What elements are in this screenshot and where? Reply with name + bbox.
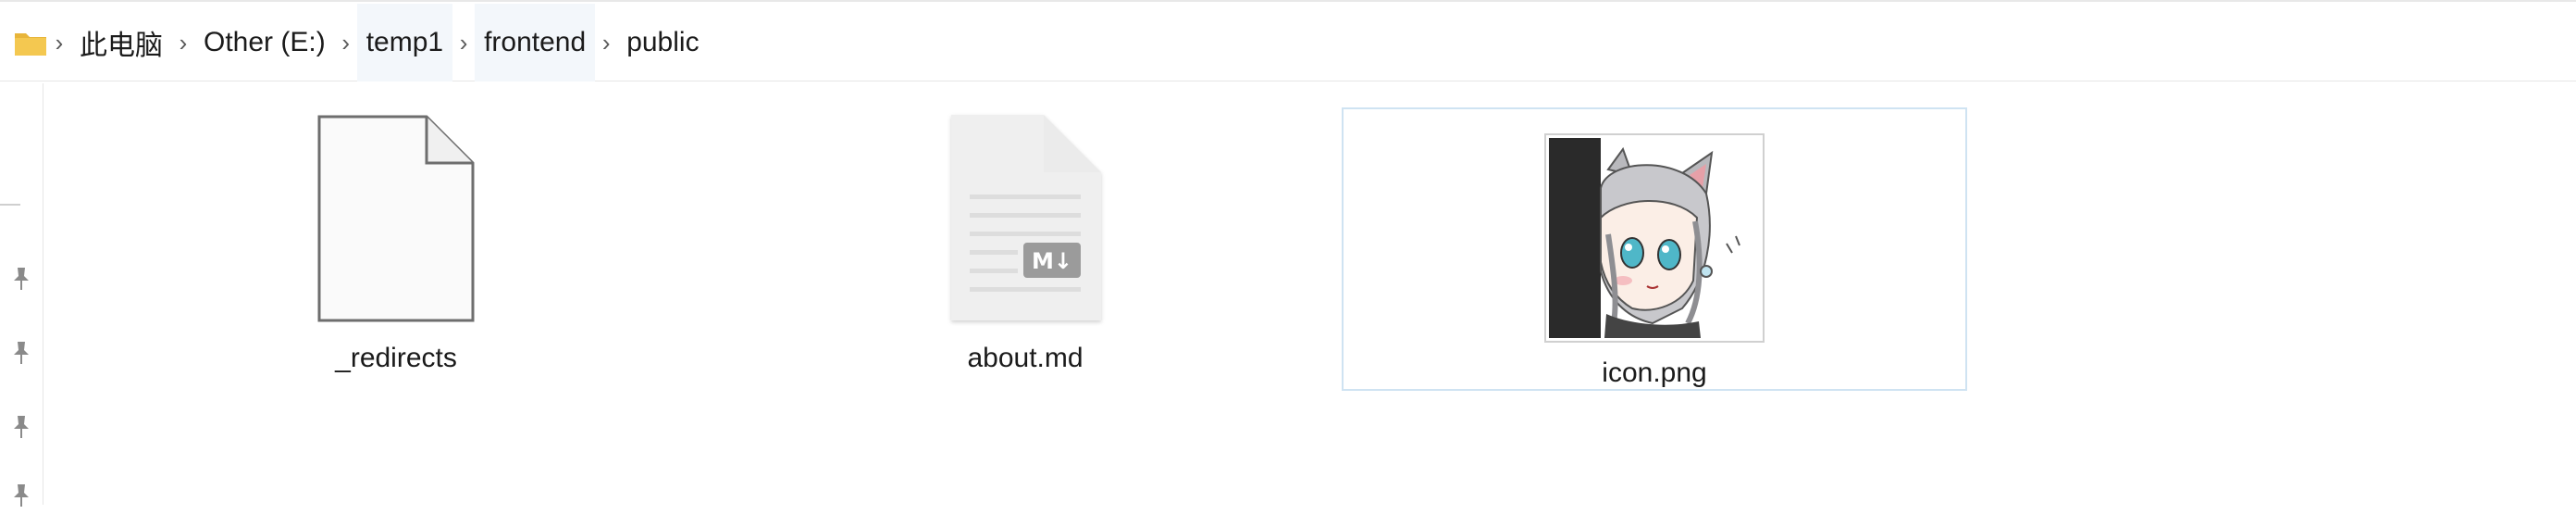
markdown-badge: M↓ [1032,248,1072,274]
image-thumbnail [1534,132,1775,345]
breadcrumb: › 此电脑 › Other (E:) › temp1 › frontend › … [0,3,2576,81]
chevron-right-icon[interactable]: › [452,31,475,55]
file-item-about-md[interactable]: M↓ about.md [712,107,1338,391]
file-name: _redirects [335,343,457,373]
chevron-right-icon[interactable]: › [595,31,617,55]
chevron-right-icon[interactable]: › [172,31,194,55]
breadcrumb-item-drive[interactable]: Other (E:) [194,4,335,81]
breadcrumb-item-public[interactable]: public [617,4,708,81]
file-item-redirects[interactable]: _redirects [83,107,709,391]
window-top-edge [0,0,2576,2]
chevron-right-icon[interactable]: › [48,31,70,55]
chevron-right-icon[interactable]: › [335,31,357,55]
file-name: icon.png [1602,357,1707,388]
markdown-file-icon: M↓ [905,107,1146,330]
file-item-icon-png[interactable]: icon.png [1342,107,1967,391]
file-list: _redirects M↓ about.md icon.png [0,83,2576,505]
breadcrumb-item-this-pc[interactable]: 此电脑 [70,4,172,81]
breadcrumb-item-frontend[interactable]: frontend [475,3,596,81]
folder-icon[interactable] [13,28,48,57]
blank-file-icon [276,107,516,330]
file-name: about.md [967,343,1084,373]
breadcrumb-item-temp1[interactable]: temp1 [356,3,453,81]
